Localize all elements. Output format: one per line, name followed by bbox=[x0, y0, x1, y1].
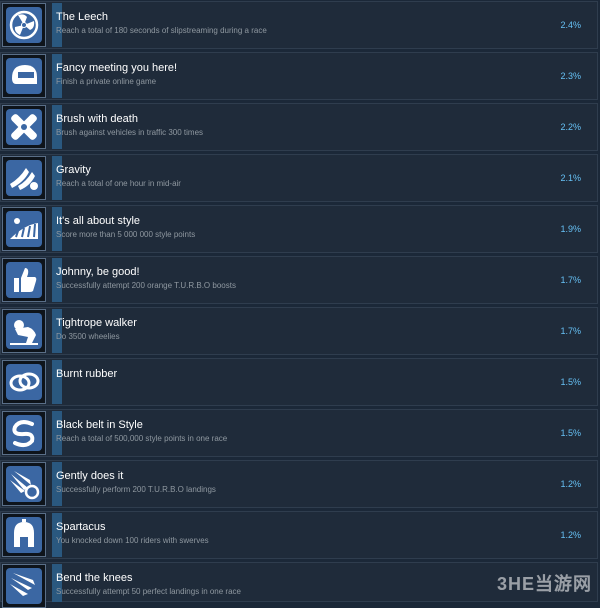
achievement-percent: 2.1% bbox=[560, 173, 581, 183]
achievement-icon-frame bbox=[2, 462, 46, 506]
achievement-title: Brush with death bbox=[56, 113, 138, 125]
achievement-icon-frame bbox=[2, 3, 46, 47]
wing-icon bbox=[6, 568, 42, 604]
achievement-description: Successfully attempt 200 orange T.U.R.B.… bbox=[56, 281, 236, 290]
achievement-icon-frame bbox=[2, 207, 46, 251]
achievement-title: Gently does it bbox=[56, 470, 124, 482]
achievement-row[interactable]: Johnny, be good! Successfully attempt 20… bbox=[0, 256, 598, 304]
achievement-description: Reach a total of 500,000 style points in… bbox=[56, 434, 228, 443]
achievement-percent: 1.7% bbox=[560, 275, 581, 285]
achievement-title: Black belt in Style bbox=[56, 419, 143, 431]
achievement-icon-frame bbox=[2, 105, 46, 149]
winged-wheel-icon bbox=[6, 466, 42, 502]
row-accent bbox=[52, 207, 62, 251]
row-accent bbox=[52, 462, 62, 506]
achievement-title: Gravity bbox=[56, 164, 91, 176]
row-accent bbox=[52, 411, 62, 455]
helmet-icon bbox=[6, 58, 42, 94]
achievement-title: Bend the knees bbox=[56, 572, 133, 584]
achievement-icon-frame bbox=[2, 513, 46, 557]
swirl-icon bbox=[6, 415, 42, 451]
achievement-title: Fancy meeting you here! bbox=[56, 62, 178, 74]
achievement-icon-frame bbox=[2, 156, 46, 200]
achievement-percent: 1.9% bbox=[560, 224, 581, 234]
achievement-description: Finish a private online game bbox=[56, 77, 157, 86]
row-accent bbox=[52, 360, 62, 404]
row-accent bbox=[52, 309, 62, 353]
fan-icon bbox=[6, 7, 42, 43]
achievement-description: Reach a total of one hour in mid-air bbox=[56, 179, 181, 188]
achievement-title: Tightrope walker bbox=[56, 317, 137, 329]
wheelie-icon bbox=[6, 313, 42, 349]
achievement-list: The Leech Reach a total of 180 seconds o… bbox=[0, 0, 600, 608]
achievement-description: Reach a total of 180 seconds of slipstre… bbox=[56, 26, 267, 35]
ramp-icon bbox=[6, 211, 42, 247]
thumbs-up-icon bbox=[6, 262, 42, 298]
achievement-description: Do 3500 wheelies bbox=[56, 332, 120, 341]
achievement-description: Brush against vehicles in traffic 300 ti… bbox=[56, 128, 204, 137]
achievement-description: You knocked down 100 riders with swerves bbox=[56, 536, 209, 545]
crossed-bandage-icon bbox=[6, 109, 42, 145]
achievement-icon-frame bbox=[2, 54, 46, 98]
achievement-title: Spartacus bbox=[56, 521, 106, 533]
spartan-helmet-icon bbox=[6, 517, 42, 553]
achievement-percent: 1.7% bbox=[560, 326, 581, 336]
achievement-icon-frame bbox=[2, 258, 46, 302]
row-accent bbox=[52, 54, 62, 98]
achievement-percent: 1.5% bbox=[560, 428, 581, 438]
achievement-row[interactable]: Gently does it Successfully perform 200 … bbox=[0, 460, 598, 508]
achievement-row[interactable]: Burnt rubber 1.5% bbox=[0, 358, 598, 406]
achievement-description: Successfully attempt 50 perfect landings… bbox=[56, 587, 241, 596]
achievement-row[interactable]: The Leech Reach a total of 180 seconds o… bbox=[0, 1, 598, 49]
row-accent bbox=[52, 513, 62, 557]
achievement-description: Successfully perform 200 T.U.R.B.O landi… bbox=[56, 485, 216, 494]
achievement-percent: 1.2% bbox=[560, 479, 581, 489]
achievement-title: Johnny, be good! bbox=[56, 266, 140, 278]
achievement-row[interactable]: Spartacus You knocked down 100 riders wi… bbox=[0, 511, 598, 559]
tire-icon bbox=[6, 364, 42, 400]
achievement-row[interactable]: Brush with death Brush against vehicles … bbox=[0, 103, 598, 151]
achievement-row[interactable]: It's all about style Score more than 5 0… bbox=[0, 205, 598, 253]
row-accent bbox=[52, 156, 62, 200]
watermark: 3HE当游网 bbox=[496, 574, 592, 594]
achievement-icon-frame bbox=[2, 564, 46, 608]
row-accent bbox=[52, 258, 62, 302]
achievement-title: Burnt rubber bbox=[56, 368, 118, 380]
achievement-row[interactable]: Fancy meeting you here! Finish a private… bbox=[0, 52, 598, 100]
achievement-percent: 2.4% bbox=[560, 20, 581, 30]
achievement-percent: 2.3% bbox=[560, 71, 581, 81]
row-accent bbox=[52, 3, 62, 47]
achievement-row[interactable]: Tightrope walker Do 3500 wheelies 1.7% bbox=[0, 307, 598, 355]
achievement-percent: 1.5% bbox=[560, 377, 581, 387]
achievement-icon-frame bbox=[2, 360, 46, 404]
winged-rider-icon bbox=[6, 160, 42, 196]
achievement-title: The Leech bbox=[56, 11, 108, 23]
achievement-row[interactable]: Gravity Reach a total of one hour in mid… bbox=[0, 154, 598, 202]
achievement-description: Score more than 5 000 000 style points bbox=[56, 230, 196, 239]
achievement-icon-frame bbox=[2, 411, 46, 455]
row-accent bbox=[52, 105, 62, 149]
achievement-title: It's all about style bbox=[56, 215, 141, 227]
achievement-row[interactable]: Black belt in Style Reach a total of 500… bbox=[0, 409, 598, 457]
achievement-icon-frame bbox=[2, 309, 46, 353]
achievement-percent: 2.2% bbox=[560, 122, 581, 132]
achievement-percent: 1.2% bbox=[560, 530, 581, 540]
